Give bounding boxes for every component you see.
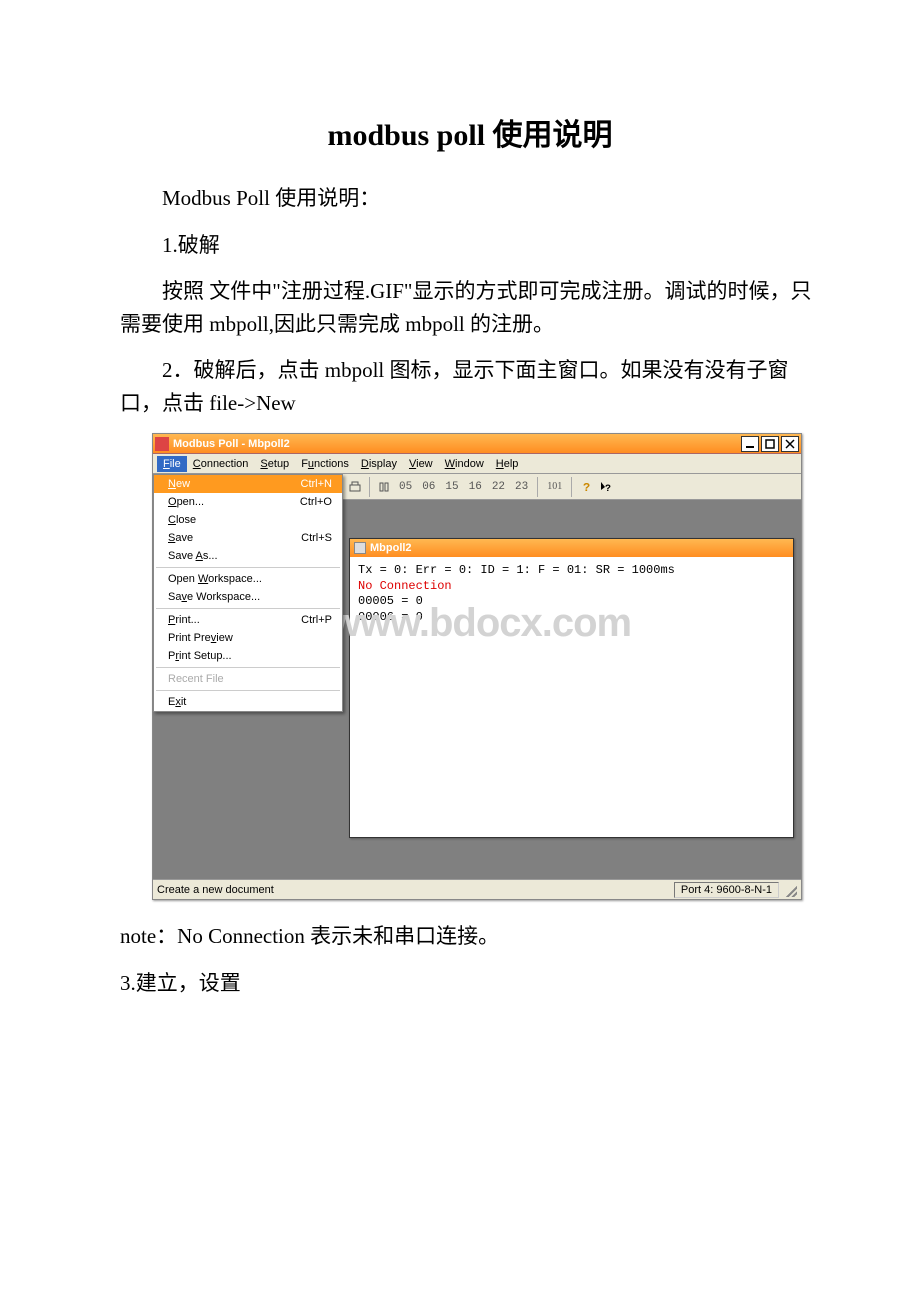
menu-connection[interactable]: Connection: [187, 456, 255, 472]
menu-help[interactable]: Help: [490, 456, 525, 472]
svg-text:?: ?: [605, 484, 611, 494]
whatsthis-icon[interactable]: ?: [596, 477, 616, 497]
statusbar-message: Create a new document: [157, 884, 674, 896]
svg-text:?: ?: [583, 481, 590, 494]
minimize-button[interactable]: [741, 436, 759, 452]
toolbar-code-06[interactable]: 06: [418, 479, 439, 495]
menu-item-close[interactable]: Close: [154, 511, 342, 529]
main-body: 05 06 15 16 22 23 101 ? ? NewCtrl+NOpen.…: [153, 474, 801, 879]
menu-item-print-preview[interactable]: Print Preview: [154, 629, 342, 647]
child-status-line: Tx = 0: Err = 0: ID = 1: F = 01: SR = 10…: [358, 563, 785, 579]
statusbar: Create a new document Port 4: 9600-8-N-1: [153, 879, 801, 899]
para-step1: 1.破解: [120, 229, 820, 262]
menu-window[interactable]: Window: [439, 456, 490, 472]
menu-separator: [156, 690, 340, 691]
print-icon[interactable]: [345, 477, 365, 497]
menu-item-print[interactable]: Print...Ctrl+P: [154, 611, 342, 629]
menu-separator: [156, 608, 340, 609]
menu-item-save-as[interactable]: Save As...: [154, 547, 342, 565]
menu-item-print-setup[interactable]: Print Setup...: [154, 647, 342, 665]
menu-item-exit[interactable]: Exit: [154, 693, 342, 711]
menu-functions[interactable]: Functions: [295, 456, 355, 472]
toolbar-code-05[interactable]: 05: [395, 479, 416, 495]
menu-item-recent-file: Recent File: [154, 670, 342, 688]
menu-separator: [156, 567, 340, 568]
menu-item-new[interactable]: NewCtrl+N: [154, 475, 342, 493]
menu-view[interactable]: View: [403, 456, 439, 472]
para-step1-desc: 按照 文件中"注册过程.GIF"显示的方式即可完成注册。调试的时候，只需要使用 …: [120, 275, 820, 340]
register-row-2: 00006 = 0: [358, 610, 785, 626]
menu-setup[interactable]: Setup: [254, 456, 295, 472]
menu-display[interactable]: Display: [355, 456, 403, 472]
menu-item-open-workspace[interactable]: Open Workspace...: [154, 570, 342, 588]
menu-item-open[interactable]: Open...Ctrl+O: [154, 493, 342, 511]
resize-grip[interactable]: [783, 883, 797, 897]
no-connection-text: No Connection: [358, 579, 785, 595]
child-window: Mbpoll2 Tx = 0: Err = 0: ID = 1: F = 01:…: [349, 538, 794, 838]
toolbar-tag-101[interactable]: 101: [543, 479, 566, 494]
menu-file[interactable]: File: [157, 456, 187, 472]
maximize-button[interactable]: [761, 436, 779, 452]
menu-item-save-workspace[interactable]: Save Workspace...: [154, 588, 342, 606]
help-icon[interactable]: ?: [576, 477, 596, 497]
child-body: Tx = 0: Err = 0: ID = 1: F = 01: SR = 10…: [350, 557, 793, 631]
file-menu-dropdown: NewCtrl+NOpen...Ctrl+OCloseSaveCtrl+SSav…: [153, 474, 343, 712]
toolbar-code-15[interactable]: 15: [441, 479, 462, 495]
para-step2: 2．破解后，点击 mbpoll 图标，显示下面主窗口。如果没有没有子窗口，点击 …: [120, 354, 820, 419]
tool-icon[interactable]: [374, 477, 394, 497]
menubar: File Connection Setup Functions Display …: [153, 454, 801, 474]
toolbar-code-16[interactable]: 16: [465, 479, 486, 495]
toolbar-code-23[interactable]: 23: [511, 479, 532, 495]
register-row-1: 00005 = 0: [358, 594, 785, 610]
toolbar-code-22[interactable]: 22: [488, 479, 509, 495]
close-button[interactable]: [781, 436, 799, 452]
app-window: Modbus Poll - Mbpoll2 File Connection Se…: [152, 433, 802, 900]
child-titlebar: Mbpoll2: [350, 539, 793, 557]
menu-separator: [156, 667, 340, 668]
child-icon: [354, 542, 366, 554]
menu-item-save[interactable]: SaveCtrl+S: [154, 529, 342, 547]
child-title: Mbpoll2: [370, 542, 412, 554]
para-step3: 3.建立，设置: [120, 967, 820, 1000]
window-titlebar: Modbus Poll - Mbpoll2: [153, 434, 801, 454]
statusbar-port: Port 4: 9600-8-N-1: [674, 882, 779, 898]
app-icon: [155, 437, 169, 451]
para-note: note：No Connection 表示未和串口连接。: [120, 920, 820, 953]
para-intro: Modbus Poll 使用说明：: [120, 182, 820, 215]
doc-title: modbus poll 使用说明: [120, 110, 820, 154]
window-title: Modbus Poll - Mbpoll2: [173, 438, 741, 450]
